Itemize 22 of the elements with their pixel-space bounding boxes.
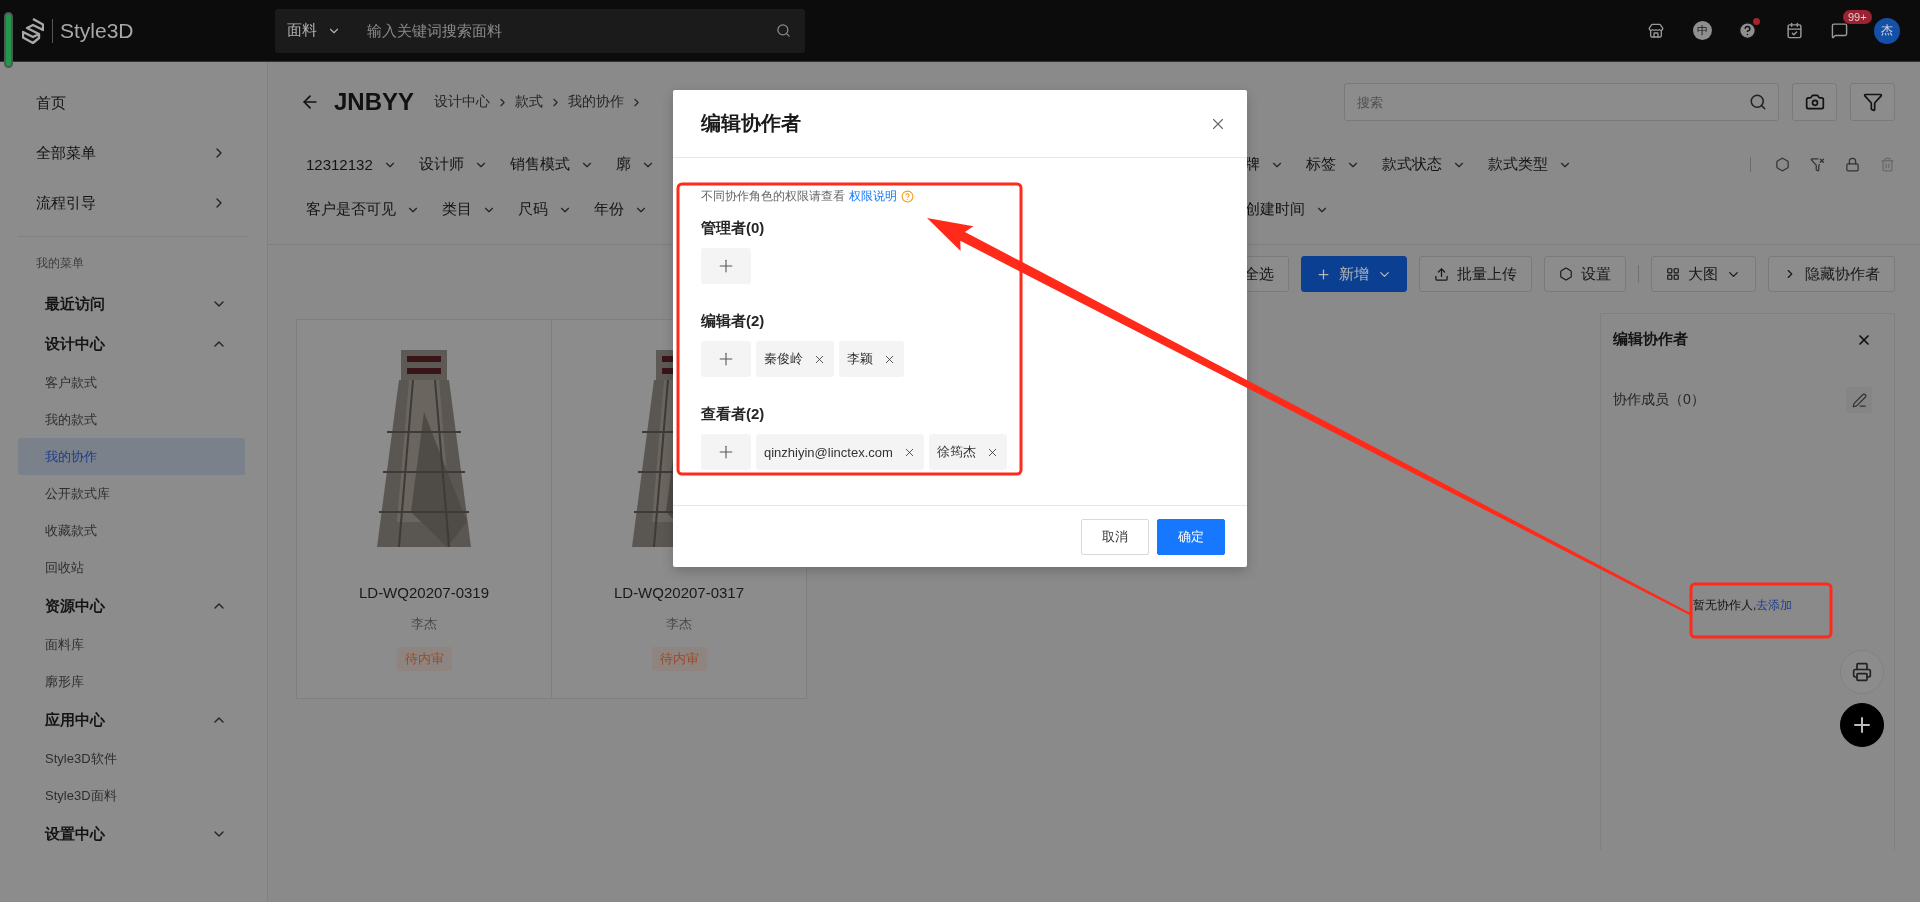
section-label: 我的菜单 — [35, 255, 85, 272]
product-code: LD-WQ20207-0317 — [613, 584, 745, 601]
brand-name: Style3D — [52, 18, 134, 43]
message-badge: 99+ — [1843, 10, 1872, 24]
member-tag: 李颖 — [839, 341, 904, 377]
page-title: JNBYY — [334, 88, 415, 116]
status-tag: 待内审 — [651, 647, 707, 671]
member-tag: qinzhiyin@linctex.com — [756, 434, 924, 470]
role-title: 管理者(0) — [701, 219, 766, 238]
hint-text: 不同协作角色的权限请查看 权限说明 — [701, 188, 1219, 205]
member-tag: 徐筠杰 — [928, 434, 1007, 470]
member-tag: 秦俊岭 — [756, 341, 834, 377]
role-title: 查看者(2) — [701, 405, 766, 424]
role-title: 编辑者(2) — [701, 312, 766, 331]
product-code: LD-WQ20207-0319 — [358, 584, 490, 601]
members-label: 协作成员（0） — [1613, 391, 1705, 409]
empty-message: 暂无协作人,去添加 — [1693, 597, 1794, 614]
panel-title: 编辑协作者 — [1613, 330, 1688, 349]
dialog-title: 编辑协作者 — [701, 111, 801, 136]
owner-name: 李杰 — [666, 615, 692, 633]
owner-name: 李杰 — [411, 615, 437, 633]
status-tag: 待内审 — [396, 647, 452, 671]
